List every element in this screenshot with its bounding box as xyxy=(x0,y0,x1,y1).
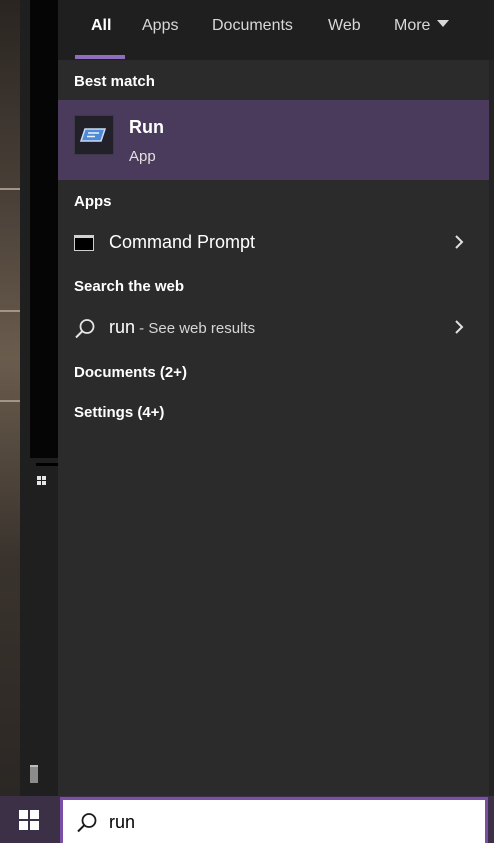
search-input[interactable]: run xyxy=(109,812,135,833)
scrollbar[interactable] xyxy=(489,60,494,796)
screen: All Apps Documents Web More Best match R… xyxy=(0,0,494,843)
tab-more-label: More xyxy=(394,17,431,34)
wallpaper-band xyxy=(0,188,20,190)
mini-windows-icon[interactable] xyxy=(37,476,46,485)
section-documents[interactable]: Documents (2+) xyxy=(74,364,187,381)
command-prompt-label: Command Prompt xyxy=(109,232,256,252)
taskbar-search-box[interactable]: run xyxy=(60,797,488,843)
tab-more[interactable]: More xyxy=(394,17,450,35)
section-settings[interactable]: Settings (4+) xyxy=(74,404,164,421)
wallpaper-band xyxy=(0,310,20,312)
start-button[interactable] xyxy=(0,796,58,843)
tab-all[interactable]: All xyxy=(91,17,111,35)
web-result-label: run - See web results xyxy=(109,317,255,338)
web-query-text: run xyxy=(109,317,136,337)
desktop-wallpaper xyxy=(0,0,20,796)
recycle-bin-icon[interactable] xyxy=(30,765,38,783)
tab-web[interactable]: Web xyxy=(328,17,361,35)
list-item-command-prompt[interactable]: Command Prompt xyxy=(58,222,494,264)
chevron-right-icon[interactable] xyxy=(454,319,464,340)
run-app-icon xyxy=(74,115,114,155)
section-apps: Apps xyxy=(74,193,112,210)
best-match-item[interactable]: Run App xyxy=(58,100,489,180)
active-tab-indicator xyxy=(75,55,125,59)
section-search-web: Search the web xyxy=(74,278,185,295)
section-best-match: Best match xyxy=(74,73,155,90)
windows-logo-icon xyxy=(19,810,39,830)
caret-down-icon xyxy=(437,20,450,28)
search-icon xyxy=(76,812,98,839)
chevron-right-icon[interactable] xyxy=(454,234,464,255)
rail-divider xyxy=(36,463,58,466)
search-icon xyxy=(74,318,96,345)
search-results-panel: All Apps Documents Web More Best match R… xyxy=(58,0,494,796)
rail-black-area xyxy=(30,0,58,458)
web-search-result[interactable]: run - See web results xyxy=(58,307,494,349)
filter-tabs: All Apps Documents Web More xyxy=(58,0,494,60)
start-left-rail xyxy=(20,0,58,796)
web-result-suffix: - See web results xyxy=(135,320,256,337)
command-prompt-icon xyxy=(74,235,94,256)
tab-apps[interactable]: Apps xyxy=(142,17,178,35)
tab-documents[interactable]: Documents xyxy=(212,17,293,35)
best-match-title: Run xyxy=(129,117,164,137)
wallpaper-band xyxy=(0,400,20,402)
best-match-subtitle: App xyxy=(129,148,156,165)
taskbar: run xyxy=(0,796,494,843)
